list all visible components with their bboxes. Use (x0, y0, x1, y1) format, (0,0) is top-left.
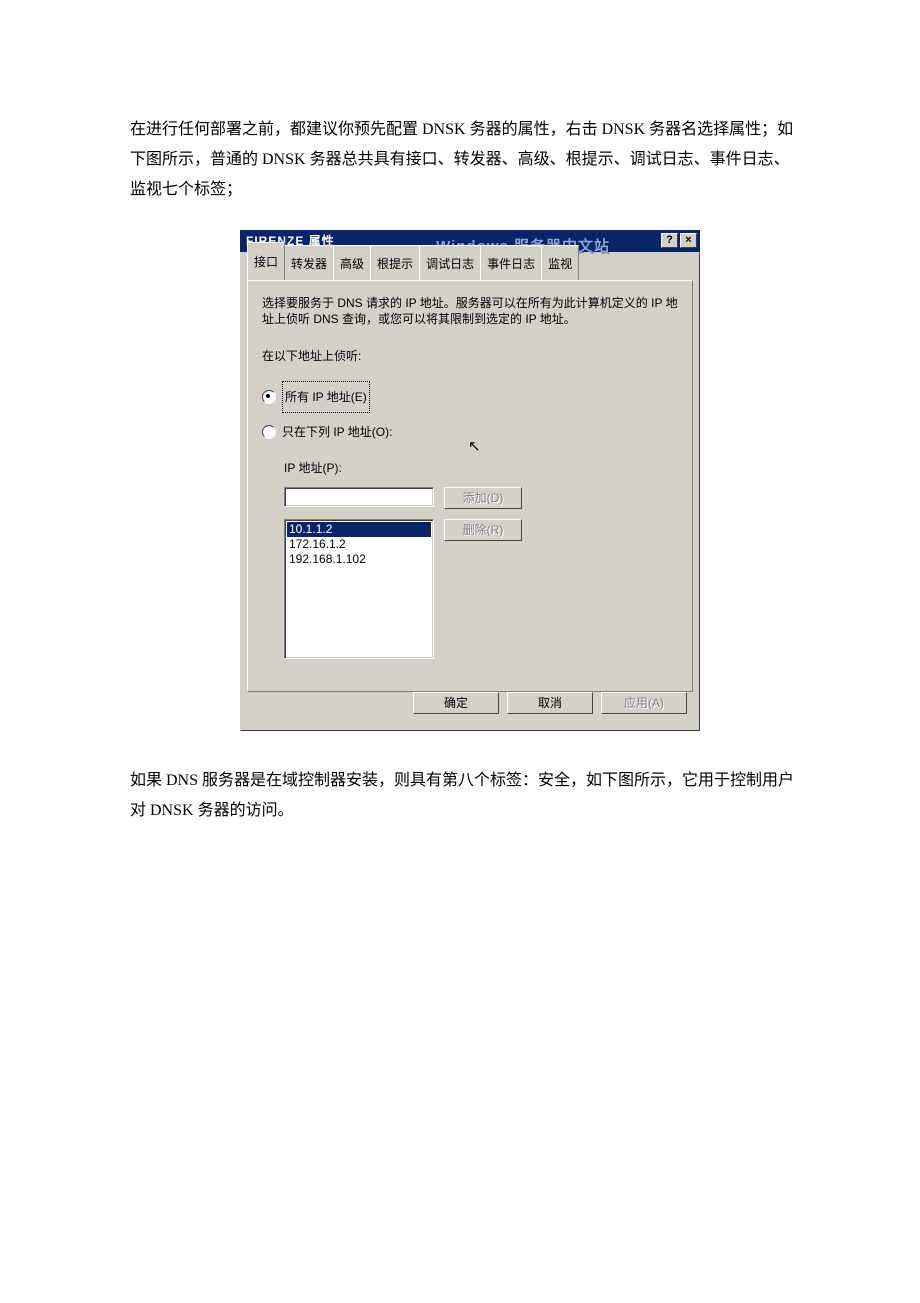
instruction-text: 选择要服务于 DNS 请求的 IP 地址。服务器可以在所有为此计算机定义的 IP… (262, 295, 678, 327)
tab-interface[interactable]: 接口 (247, 242, 285, 280)
add-button[interactable]: 添加(D) (444, 487, 522, 509)
apply-button[interactable]: 应用(A) (601, 692, 687, 714)
tab-strip: 接口 转发器 高级 根提示 调试日志 事件日志 监视 (247, 258, 693, 280)
radio-only-ip[interactable] (262, 425, 276, 439)
tab-advanced[interactable]: 高级 (333, 245, 371, 281)
tab-forwarders[interactable]: 转发器 (284, 245, 334, 281)
tab-monitor[interactable]: 监视 (541, 245, 579, 281)
radio-all-ip[interactable] (262, 390, 276, 404)
ip-input[interactable] (284, 487, 434, 507)
properties-dialog: FIRENZE 属性 Windows 服务器中文站 ? × 接口 转发器 高级 … (240, 230, 700, 731)
tab-root-hints[interactable]: 根提示 (370, 245, 420, 281)
help-button[interactable]: ? (661, 233, 678, 248)
radio-all-ip-label: 所有 IP 地址(E) (282, 381, 370, 413)
tab-debug-log[interactable]: 调试日志 (419, 245, 481, 281)
intro-paragraph-2: 如果 DNS 服务器是在域控制器安装，则具有第八个标签：安全，如下图所示，它用于… (130, 766, 800, 826)
ok-button[interactable]: 确定 (413, 692, 499, 714)
tab-page-interface: 选择要服务于 DNS 请求的 IP 地址。服务器可以在所有为此计算机定义的 IP… (247, 280, 693, 692)
cancel-button[interactable]: 取消 (507, 692, 593, 714)
list-item[interactable]: 10.1.1.2 (287, 522, 431, 537)
close-button[interactable]: × (680, 233, 697, 248)
tab-event-log[interactable]: 事件日志 (480, 245, 542, 281)
listen-label: 在以下地址上侦听: (262, 341, 678, 371)
ip-listbox[interactable]: 10.1.1.2 172.16.1.2 192.168.1.102 (284, 519, 434, 659)
radio-only-ip-label: 只在下列 IP 地址(O): (282, 417, 392, 447)
intro-paragraph-1: 在进行任何部署之前，都建议你预先配置 DNSK 务器的属性，右击 DNSK 务器… (130, 115, 800, 205)
ip-address-label: IP 地址(P): (284, 453, 678, 483)
remove-button[interactable]: 删除(R) (444, 519, 522, 541)
list-item[interactable]: 192.168.1.102 (287, 552, 431, 567)
list-item[interactable]: 172.16.1.2 (287, 537, 431, 552)
dialog-button-row: 确定 取消 应用(A) (247, 692, 693, 722)
